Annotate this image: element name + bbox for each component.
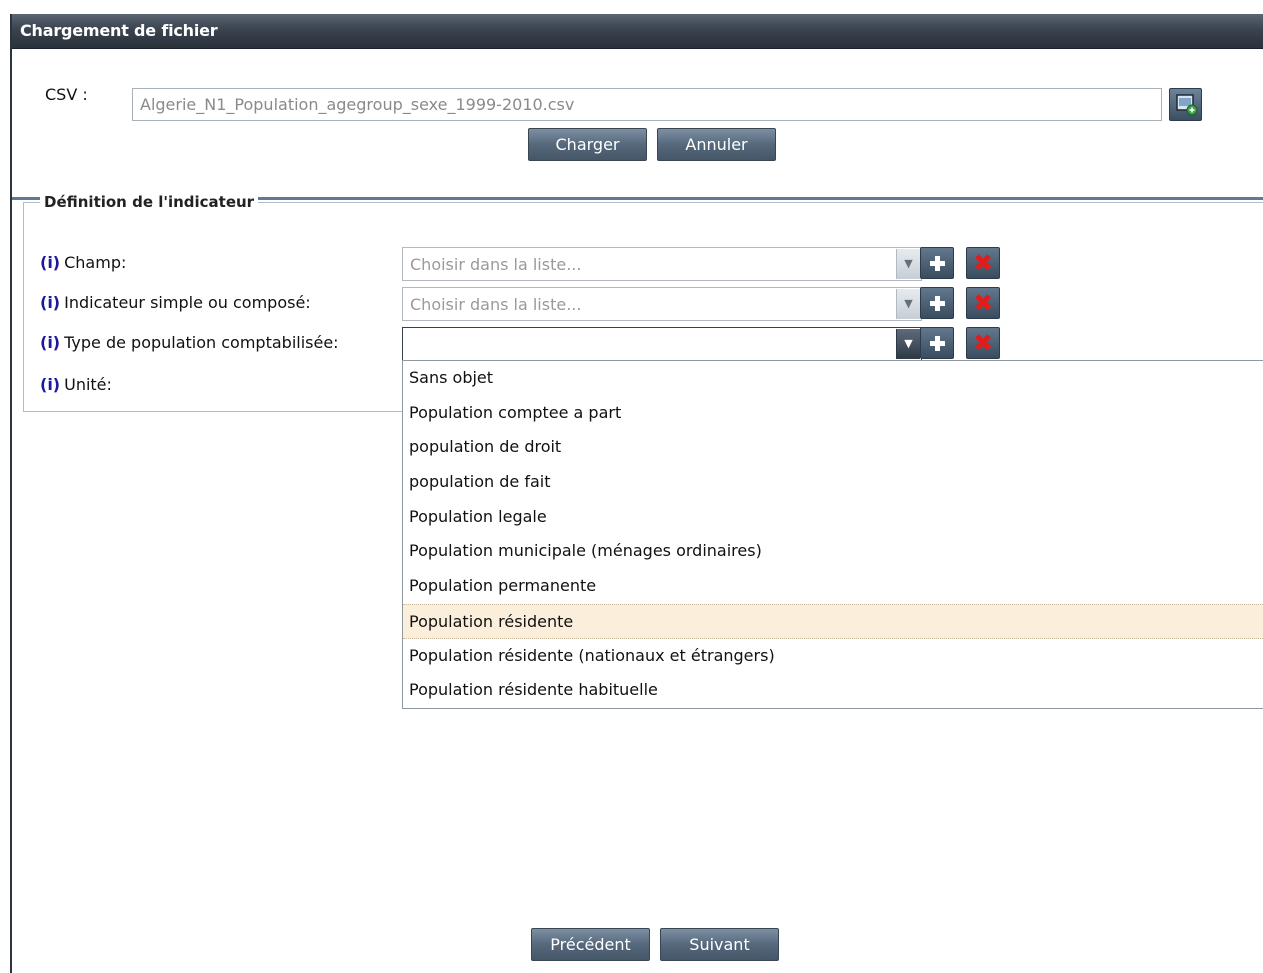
indicateur-select[interactable]: Choisir dans la liste... ▼ <box>402 287 922 321</box>
csv-label: CSV : <box>45 85 88 104</box>
file-browse-icon <box>1176 94 1198 116</box>
dropdown-option[interactable]: Population comptee a part <box>403 396 1263 431</box>
dropdown-option[interactable]: Sans objet <box>403 361 1263 396</box>
cancel-button[interactable]: Annuler <box>657 128 776 161</box>
chevron-down-icon[interactable]: ▼ <box>896 249 920 279</box>
dropdown-option-highlighted[interactable]: Population résidente <box>403 603 1263 639</box>
champ-select-value: Choisir dans la liste... <box>410 255 582 274</box>
csv-file-field[interactable]: Algerie_N1_Population_agegroup_sexe_1999… <box>132 88 1162 121</box>
close-icon: ✖ <box>972 289 994 317</box>
info-icon[interactable]: (i) <box>40 293 60 312</box>
chevron-down-icon[interactable]: ▼ <box>896 289 920 319</box>
dropdown-option[interactable]: Population résidente (nationaux et étran… <box>403 639 1263 674</box>
indicateur-add-button[interactable] <box>920 287 954 319</box>
type-population-remove-button[interactable]: ✖ <box>966 327 1000 359</box>
info-icon[interactable]: (i) <box>40 333 60 352</box>
dropdown-option[interactable]: Population permanente <box>403 569 1263 604</box>
dropdown-option[interactable]: Population municipale (ménages ordinaire… <box>403 534 1263 569</box>
previous-button[interactable]: Précédent <box>531 928 650 961</box>
info-icon[interactable]: (i) <box>40 375 60 394</box>
dropdown-option[interactable]: Population résidente habituelle <box>403 673 1263 708</box>
close-icon: ✖ <box>972 329 994 357</box>
type-population-dropdown: Sans objet Population comptee a part pop… <box>402 360 1263 709</box>
field-label-indicateur: (i) Indicateur simple ou composé: <box>40 293 311 312</box>
chevron-down-icon[interactable]: ▼ <box>896 329 920 359</box>
next-button[interactable]: Suivant <box>660 928 779 961</box>
champ-remove-button[interactable]: ✖ <box>966 247 1000 279</box>
field-label-champ: (i) Champ: <box>40 253 127 272</box>
indicateur-remove-button[interactable]: ✖ <box>966 287 1000 319</box>
info-icon[interactable]: (i) <box>40 253 60 272</box>
file-browse-button[interactable] <box>1169 88 1202 121</box>
champ-add-button[interactable] <box>920 247 954 279</box>
dropdown-option[interactable]: Population legale <box>403 500 1263 535</box>
load-button[interactable]: Charger <box>528 128 647 161</box>
dropdown-option[interactable]: population de fait <box>403 465 1263 500</box>
dropdown-option[interactable]: population de droit <box>403 430 1263 465</box>
champ-select[interactable]: Choisir dans la liste... ▼ <box>402 247 922 281</box>
window-title: Chargement de fichier <box>20 21 218 40</box>
window-titlebar: Chargement de fichier <box>12 14 1263 49</box>
type-population-select[interactable]: ▼ <box>402 327 922 361</box>
indicateur-select-value: Choisir dans la liste... <box>410 295 582 314</box>
type-population-add-button[interactable] <box>920 327 954 359</box>
close-icon: ✖ <box>972 249 994 277</box>
field-label-unite: (i) Unité: <box>40 375 112 394</box>
field-label-type-population: (i) Type de population comptabilisée: <box>40 333 339 352</box>
indicator-legend: Définition de l'indicateur <box>40 193 259 211</box>
